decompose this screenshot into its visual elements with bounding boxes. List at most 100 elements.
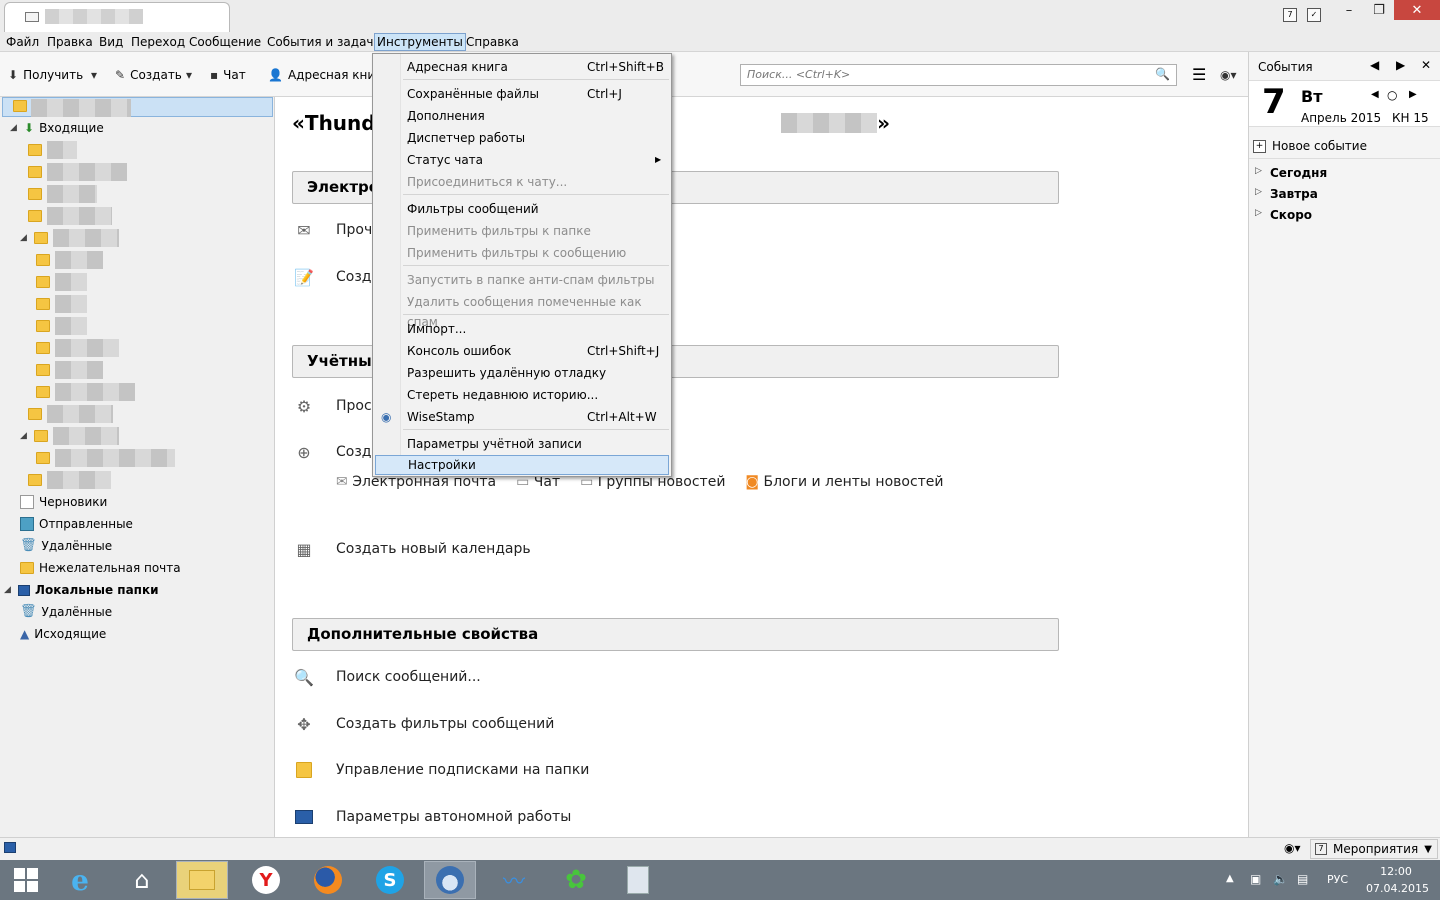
close-pane-button[interactable]: ✕: [1421, 58, 1431, 72]
addressbook-button[interactable]: 👤 Адресная книга: [268, 66, 389, 84]
account-type-feeds[interactable]: ◙ Блоги и ленты новостей: [745, 474, 943, 490]
menuitem-account-settings[interactable]: Параметры учётной записи: [375, 434, 669, 454]
menuitem-clear-history[interactable]: Стереть недавнюю историю...: [375, 385, 669, 405]
folder-outbox[interactable]: ▲ Исходящие: [20, 624, 106, 644]
taskbar-thunderbird[interactable]: [424, 861, 476, 899]
wisestamp-status-icon[interactable]: ◉▾: [1284, 841, 1301, 855]
get-mail-button[interactable]: ⬇ Получить: [8, 66, 83, 84]
write-button[interactable]: ✎ Создать: [115, 66, 182, 84]
menuitem-saved-files[interactable]: Сохранённые файлы Ctrl+J: [375, 84, 669, 104]
menuitem-activity-manager[interactable]: Диспетчер работы: [375, 128, 669, 148]
folder-sent[interactable]: Отправленные: [20, 514, 133, 534]
prev-day-button[interactable]: ◀: [1370, 58, 1379, 72]
subfolder-2[interactable]: [28, 162, 127, 182]
subfolder-8[interactable]: [36, 294, 87, 314]
taskbar-firefox[interactable]: [302, 861, 354, 899]
menuitem-chat-status[interactable]: Статус чата ▶: [375, 150, 669, 170]
subfolder-14[interactable]: ◢: [20, 426, 119, 446]
subfolder-5[interactable]: ◢: [20, 228, 119, 248]
write-message-link[interactable]: 📝 Созда: [292, 264, 380, 290]
online-status-icon[interactable]: [4, 842, 16, 853]
new-event-button[interactable]: + Новое событие: [1253, 135, 1437, 157]
close-button[interactable]: ✕: [1394, 0, 1440, 20]
menu-tools[interactable]: Инструменты: [374, 33, 466, 51]
group-soon[interactable]: ▷ Скоро: [1255, 208, 1312, 222]
group-tomorrow[interactable]: ▷ Завтра: [1255, 187, 1318, 201]
get-mail-dropdown[interactable]: ▾: [91, 66, 97, 84]
today-button[interactable]: ○: [1387, 88, 1397, 102]
local-folders-account[interactable]: ◢ Локальные папки: [4, 580, 159, 600]
account-row-selected[interactable]: [2, 97, 273, 117]
taskbar-calculator[interactable]: [612, 861, 664, 899]
group-today[interactable]: ▷ Сегодня: [1255, 166, 1327, 180]
app-menu-button[interactable]: ☰: [1192, 66, 1206, 84]
minimize-button[interactable]: –: [1334, 0, 1364, 20]
subfolder-9[interactable]: [36, 316, 87, 336]
create-filters-link[interactable]: ✥ Создать фильтры сообщений: [292, 711, 554, 737]
subfolder-3[interactable]: [28, 184, 97, 204]
folder-inbox[interactable]: ◢ ⬇ Входящие: [10, 118, 104, 138]
events-tasks-selector[interactable]: 7 Мероприятия ▼: [1310, 839, 1438, 859]
subfolder-6[interactable]: [36, 250, 103, 270]
menuitem-addons[interactable]: Дополнения: [375, 106, 669, 126]
menuitem-error-console[interactable]: Консоль ошибок Ctrl+Shift+J: [375, 341, 669, 361]
folder-deleted[interactable]: 🗑 Удалённые: [20, 536, 112, 556]
volume-icon[interactable]: 🔈: [1273, 872, 1288, 886]
subfolder-15[interactable]: [36, 448, 175, 468]
mini-prev-button[interactable]: ◀: [1371, 89, 1379, 100]
subfolder-7[interactable]: [36, 272, 87, 292]
clock-time[interactable]: 12:00: [1366, 865, 1426, 878]
menu-message[interactable]: Сообщение: [187, 33, 263, 51]
taskbar-icq[interactable]: ✿: [550, 861, 602, 899]
subfolder-12[interactable]: [36, 382, 135, 402]
subfolder-1[interactable]: [28, 140, 77, 160]
view-settings-link[interactable]: ⚙ Прос: [292, 393, 372, 419]
folder-drafts[interactable]: Черновики: [20, 492, 107, 512]
menu-help[interactable]: Справка: [464, 33, 521, 51]
subfolder-16[interactable]: [28, 470, 111, 490]
maximize-button[interactable]: ❐: [1364, 0, 1394, 20]
taskbar-yandex[interactable]: Y: [240, 861, 292, 899]
folder-local-deleted[interactable]: 🗑 Удалённые: [20, 602, 112, 622]
chat-button[interactable]: ▪ Чат: [210, 66, 246, 84]
menuitem-import[interactable]: Импорт...: [375, 319, 669, 339]
taskbar-home[interactable]: ⌂: [116, 861, 168, 899]
menu-go[interactable]: Переход: [129, 33, 187, 51]
menu-events-tasks[interactable]: События и задачи: [265, 33, 383, 51]
language-indicator[interactable]: РУС: [1327, 873, 1348, 886]
menu-view[interactable]: Вид: [97, 33, 125, 51]
create-calendar-link[interactable]: ▦ Создать новый календарь: [292, 536, 530, 562]
write-dropdown[interactable]: ▾: [186, 66, 192, 84]
network-icon[interactable]: ▤: [1297, 872, 1308, 886]
subfolder-11[interactable]: [36, 360, 103, 380]
search-input[interactable]: Поиск... <Ctrl+K> 🔍: [740, 64, 1177, 86]
menuitem-addressbook[interactable]: Адресная книга Ctrl+Shift+B: [375, 57, 669, 77]
read-messages-link[interactable]: ✉ Проч: [292, 217, 372, 243]
menuitem-remote-debugging[interactable]: Разрешить удалённую отладку: [375, 363, 669, 383]
wisestamp-toolbar-button[interactable]: ◉▾: [1220, 66, 1237, 84]
tasks-tab-icon[interactable]: ✓: [1307, 8, 1321, 22]
taskbar-ie[interactable]: e: [54, 861, 106, 899]
subfolder-13[interactable]: [28, 404, 113, 424]
menu-file[interactable]: Файл: [4, 33, 41, 51]
subfolder-10[interactable]: [36, 338, 119, 358]
menuitem-wisestamp[interactable]: ◉ WiseStamp Ctrl+Alt+W: [375, 407, 669, 427]
start-button[interactable]: [0, 861, 52, 899]
next-day-button[interactable]: ▶: [1396, 58, 1405, 72]
mini-next-button[interactable]: ▶: [1409, 89, 1417, 100]
taskbar-mailru[interactable]: 〰: [488, 861, 540, 899]
menuitem-options[interactable]: Настройки: [375, 455, 669, 475]
main-tab[interactable]: [4, 2, 230, 32]
calendar-tab-icon[interactable]: 7: [1283, 8, 1297, 22]
taskbar-explorer[interactable]: [176, 861, 228, 899]
manage-subscriptions-link[interactable]: Управление подписками на папки: [292, 757, 589, 783]
menuitem-message-filters[interactable]: Фильтры сообщений: [375, 199, 669, 219]
taskbar-skype[interactable]: S: [364, 861, 416, 899]
folder-junk[interactable]: Нежелательная почта: [20, 558, 181, 578]
menu-edit[interactable]: Правка: [45, 33, 95, 51]
clock-date[interactable]: 07.04.2015: [1366, 882, 1429, 895]
tray-app-icon[interactable]: ▣: [1250, 872, 1261, 886]
show-hidden-icons[interactable]: ▲: [1226, 873, 1234, 884]
subfolder-4[interactable]: [28, 206, 112, 226]
offline-settings-link[interactable]: Параметры автономной работы: [292, 804, 571, 830]
